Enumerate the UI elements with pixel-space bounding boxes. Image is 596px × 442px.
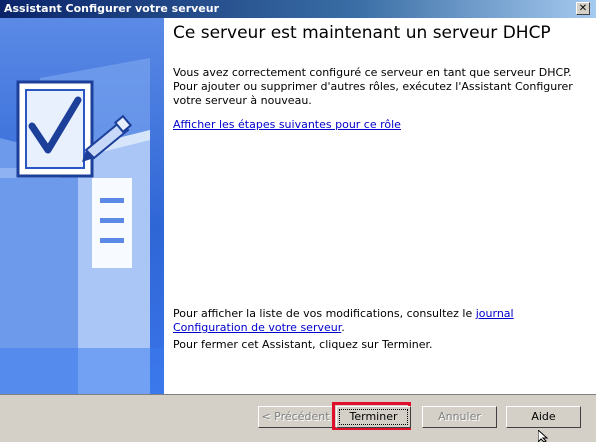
- close-instruction: Pour fermer cet Assistant, cliquez sur T…: [173, 338, 433, 351]
- success-description: Vous avez correctement configuré ce serv…: [173, 66, 573, 107]
- changes-suffix-text: .: [341, 321, 345, 334]
- title-bar[interactable]: Assistant Configurer votre serveur ✕: [0, 0, 596, 18]
- cancel-button-label: Annuler: [438, 410, 481, 423]
- close-button[interactable]: ✕: [576, 2, 590, 15]
- back-button-label: < Précédent: [261, 410, 330, 423]
- wizard-window: Assistant Configurer votre serveur ✕ Ce …: [0, 0, 596, 442]
- page-heading: Ce serveur est maintenant un serveur DHC…: [173, 23, 551, 43]
- finish-button-label: Terminer: [349, 410, 398, 423]
- server-checklist-illustration: [0, 58, 164, 394]
- changes-info: Pour afficher la liste de vos modificati…: [173, 307, 573, 335]
- changes-prefix-text: Pour afficher la liste de vos modificati…: [173, 307, 476, 320]
- finish-button[interactable]: Terminer: [336, 406, 411, 428]
- side-illustration: [0, 18, 164, 394]
- next-steps-link[interactable]: Afficher les étapes suivantes pour ce rô…: [173, 118, 401, 131]
- help-button-label: Aide: [531, 410, 556, 423]
- help-button[interactable]: Aide: [506, 406, 581, 428]
- mouse-cursor-icon: [538, 430, 549, 442]
- back-button[interactable]: < Précédent: [258, 406, 333, 428]
- close-icon: ✕: [578, 3, 588, 14]
- window-title: Assistant Configurer votre serveur: [4, 2, 220, 15]
- wizard-content: Ce serveur est maintenant un serveur DHC…: [0, 18, 596, 395]
- cancel-button[interactable]: Annuler: [422, 406, 497, 428]
